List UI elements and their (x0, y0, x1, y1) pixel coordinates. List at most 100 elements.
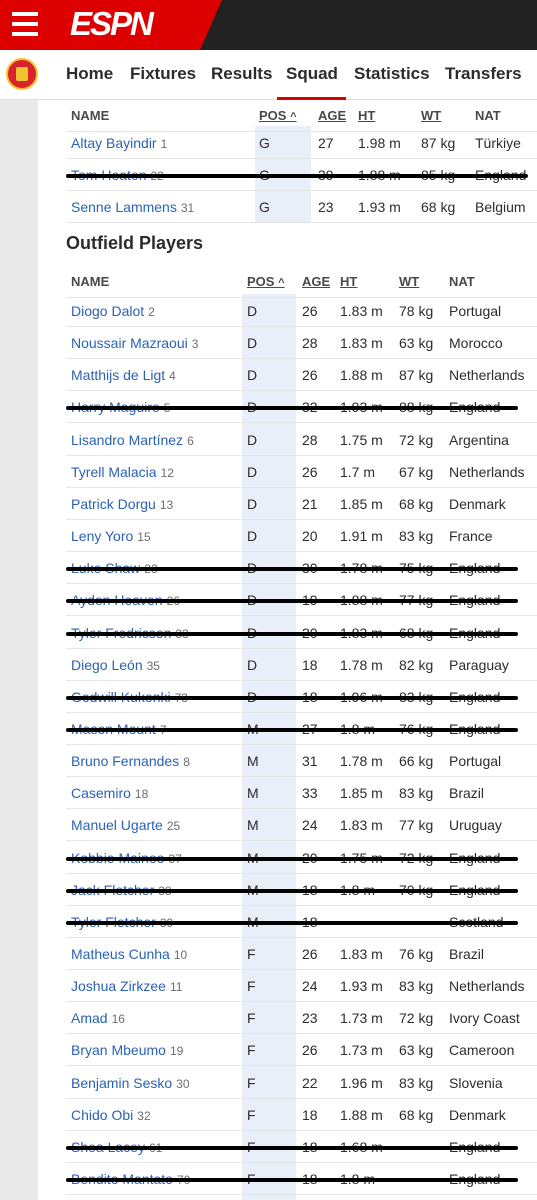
player-name-link[interactable]: Amad 16 (71, 1010, 125, 1026)
player-nationality: Türkiye (475, 135, 521, 151)
player-name[interactable]: Lisandro Martínez (71, 432, 183, 448)
player-name-link[interactable]: Matheus Cunha 10 (71, 946, 187, 962)
jersey-number: 25 (166, 819, 181, 834)
player-name[interactable]: Matheus Cunha (71, 946, 170, 962)
player-name-link[interactable]: Lisandro Martínez 6 (71, 432, 194, 448)
player-nationality: Argentina (449, 431, 509, 448)
table-row: Noussair Mazraoui 3 D 28 1.83 m 63 kg Morocco (66, 327, 537, 360)
col-nat[interactable]: NAT (475, 108, 501, 123)
player-weight: 83 kg (399, 785, 434, 802)
player-name-link[interactable]: Benjamin Sesko 30 (71, 1075, 190, 1091)
player-name[interactable]: Matthijs de Ligt (71, 367, 165, 383)
player-position: F (247, 1042, 256, 1059)
menu-icon[interactable] (12, 12, 38, 36)
player-nationality: Brazil (449, 785, 485, 802)
jersey-number: 15 (137, 530, 151, 545)
player-name-link[interactable]: Diogo Dalot 2 (71, 303, 155, 319)
player-name-link[interactable]: Leny Yoro 15 (71, 528, 151, 544)
player-name-link[interactable]: Matthijs de Ligt 4 (71, 367, 176, 383)
player-position: G (259, 135, 270, 151)
col-ht[interactable]: HT (340, 274, 357, 289)
team-crest-icon[interactable] (6, 58, 38, 90)
col-name[interactable]: NAME (71, 274, 109, 289)
player-position: D (247, 367, 258, 384)
player-age: 20 (302, 528, 318, 545)
player-name[interactable]: Diego León (71, 657, 143, 673)
col-wt[interactable]: WT (399, 274, 419, 289)
hand-drawn-strikethrough (66, 631, 518, 636)
player-name[interactable]: Tyrell Malacia (71, 464, 157, 480)
player-name[interactable]: Bryan Mbeumo (71, 1042, 166, 1058)
player-name[interactable]: Leny Yoro (71, 528, 133, 544)
player-age: 26 (302, 303, 318, 319)
player-name-link[interactable]: Bruno Fernandes 8 (71, 753, 190, 769)
table-row: Tyrell Malacia 12 D 26 1.7 m 67 kg Netherlands (66, 456, 537, 488)
player-name-link[interactable]: Casemiro 18 (71, 785, 148, 801)
player-nationality: Paraguay (449, 656, 509, 673)
player-name[interactable]: Senne Lammens (71, 199, 177, 215)
player-name-link[interactable]: Tyrell Malacia 12 (71, 464, 174, 480)
table-row: Lisandro Martínez 6 D 28 1.75 m 72 kg Argentin… (66, 424, 537, 456)
player-position: D (247, 303, 258, 319)
player-nationality: Cameroon (449, 1042, 515, 1059)
col-nat[interactable]: NAT (449, 274, 475, 289)
outfield-title: Outfield Players (66, 233, 204, 253)
jersey-number: 3 (191, 337, 199, 352)
player-name[interactable]: Noussair Mazraoui (71, 335, 188, 351)
player-name[interactable]: Altay Bayindir (71, 135, 157, 151)
player-name-link[interactable]: Chido Obi 32 (71, 1107, 151, 1123)
player-nationality: Uruguay (449, 817, 502, 834)
player-name[interactable]: Patrick Dorgu (71, 496, 156, 512)
player-name-link[interactable]: Joshua Zirkzee 11 (71, 978, 182, 994)
hand-drawn-strikethrough (66, 1178, 518, 1183)
col-wt[interactable]: WT (421, 108, 441, 123)
tab-results[interactable]: Results (211, 64, 272, 84)
tab-statistics[interactable]: Statistics (354, 64, 430, 84)
jersey-number: 12 (160, 465, 174, 480)
player-height: 1.83 m (340, 335, 383, 352)
tab-squad[interactable]: Squad (286, 64, 338, 84)
player-position: D (247, 463, 258, 480)
player-name-link[interactable]: Altay Bayindir 1 (71, 135, 167, 151)
player-name-link[interactable]: Patrick Dorgu 13 (71, 496, 173, 512)
player-height: 1.93 m (340, 978, 383, 995)
hand-drawn-strikethrough (66, 1145, 518, 1150)
player-position: M (247, 817, 259, 834)
player-name[interactable]: Benjamin Sesko (71, 1075, 172, 1091)
player-nationality: Netherlands (449, 367, 525, 384)
player-name[interactable]: Joshua Zirkzee (71, 978, 166, 994)
player-name[interactable]: Amad (71, 1010, 108, 1026)
table-row: Amad 16 F 23 1.73 m 72 kg Ivory Coast (66, 1002, 537, 1035)
jersey-number: 8 (183, 755, 190, 770)
player-name[interactable]: Bruno Fernandes (71, 753, 179, 769)
tab-transfers[interactable]: Transfers (445, 64, 522, 84)
player-nationality: Denmark (449, 495, 506, 512)
team-nav: Home Fixtures Results Squad Statistics T… (0, 50, 537, 100)
col-ht[interactable]: HT (358, 108, 375, 123)
player-name[interactable]: Casemiro (71, 785, 131, 801)
col-age[interactable]: AGE (318, 108, 346, 123)
tab-fixtures[interactable]: Fixtures (130, 64, 196, 84)
player-name[interactable]: Chido Obi (71, 1107, 133, 1123)
player-weight: 78 kg (399, 303, 434, 319)
player-name-link[interactable]: Senne Lammens 31 (71, 199, 194, 215)
player-age: 26 (302, 463, 318, 480)
player-position: D (247, 495, 258, 512)
col-age[interactable]: AGE (302, 274, 330, 289)
player-name-link[interactable]: Bryan Mbeumo 19 (71, 1042, 183, 1058)
player-name-link[interactable]: Diego León 35 (71, 657, 160, 673)
tab-home[interactable]: Home (66, 64, 113, 84)
player-height: 1.93 m (358, 199, 401, 216)
player-weight: 77 kg (399, 817, 434, 834)
player-name[interactable]: Manuel Ugarte (71, 817, 163, 833)
player-name[interactable]: Diogo Dalot (71, 303, 144, 319)
player-height: 1.78 m (340, 656, 383, 673)
player-name-link[interactable]: Manuel Ugarte 25 (71, 817, 180, 833)
player-age: 26 (302, 367, 318, 384)
player-name-link[interactable]: Noussair Mazraoui 3 (71, 335, 198, 351)
col-pos[interactable]: POS ^ (259, 108, 297, 123)
col-name[interactable]: NAME (71, 108, 109, 123)
jersey-number: 30 (176, 1076, 190, 1091)
col-pos[interactable]: POS ^ (247, 274, 285, 289)
espn-logo[interactable]: ESPN (70, 5, 154, 43)
